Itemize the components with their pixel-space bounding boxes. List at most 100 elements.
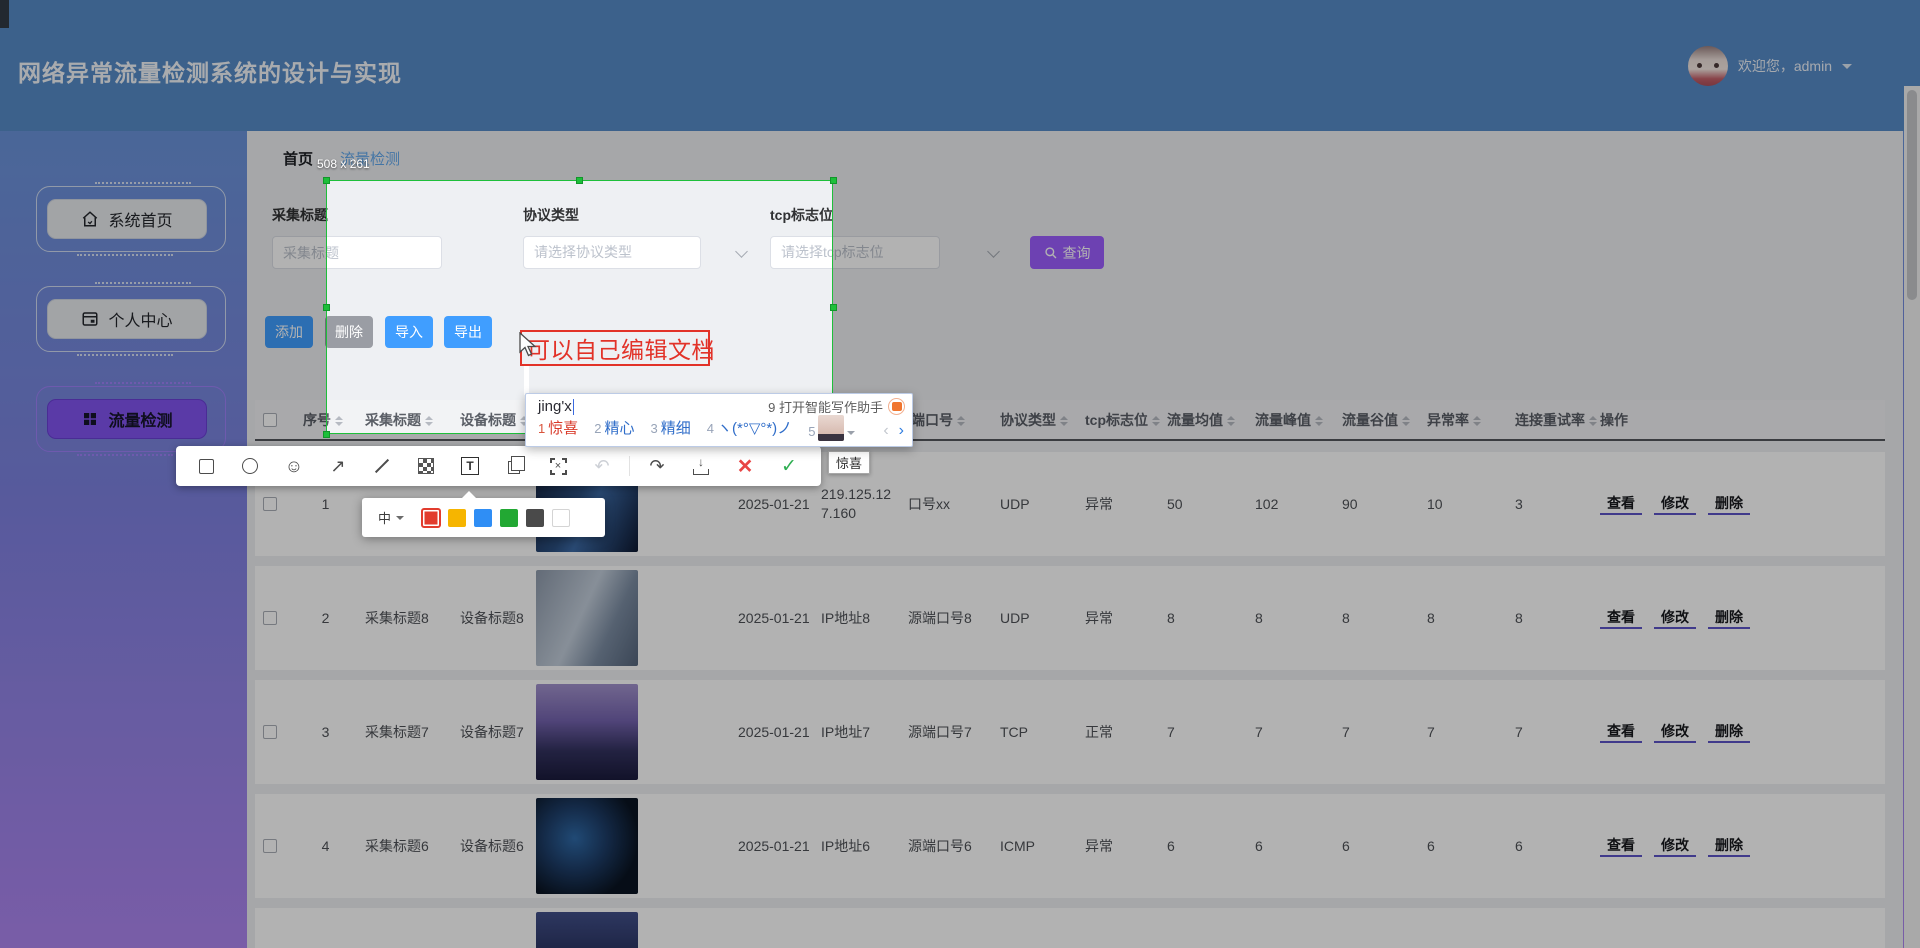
chevron-down-icon[interactable] [847,431,855,439]
emoji-tool-icon[interactable]: ☺ [272,446,316,486]
sort-asc-icon[interactable] [1402,412,1410,420]
tab-home[interactable]: 首页 [283,148,313,169]
prev-page-icon[interactable]: ‹ [883,423,888,439]
ime-candidate[interactable]: 2精心 [594,419,634,438]
column-header[interactable]: tcp标志位 [1085,400,1160,441]
column-header[interactable]: 操作 [1600,400,1628,441]
selection-handle[interactable] [830,304,837,311]
view-link[interactable]: 查看 [1600,721,1642,743]
edit-link[interactable]: 修改 [1654,721,1696,743]
view-link[interactable]: 查看 [1600,493,1642,515]
row-checkbox[interactable] [263,725,277,739]
confirm-icon[interactable]: ✓ [767,446,811,486]
mosaic-tool-icon[interactable] [404,446,448,486]
sidebar-item-button[interactable]: 系统首页 [47,199,207,239]
sort-carets-icon[interactable] [1473,412,1481,430]
sort-carets-icon[interactable] [957,412,965,430]
sidebar-item-traffic[interactable]: 流量检测 [30,386,226,452]
download-icon[interactable]: ↓ [679,446,723,486]
next-page-icon[interactable]: › [899,423,904,439]
row-checkbox[interactable] [263,839,277,853]
text-tool-icon[interactable]: T [448,446,492,486]
sort-asc-icon[interactable] [1060,412,1068,420]
ime-assistant-hint[interactable]: 9 打开智能写作助手 [768,397,905,416]
chevron-down-icon[interactable] [1842,64,1852,74]
cancel-icon[interactable]: × [723,446,767,486]
scrollbar-track[interactable] [1904,86,1920,948]
sort-carets-icon[interactable] [1227,412,1235,430]
column-header[interactable]: 连接重试率 [1515,400,1597,441]
color-swatch[interactable] [422,509,440,527]
sidebar-item-button[interactable]: 个人中心 [47,299,207,339]
font-size-select[interactable]: 中 [378,508,404,527]
avatar[interactable] [1688,46,1728,86]
column-header[interactable]: 流量均值 [1167,400,1235,441]
ime-candidate[interactable]: 4ヽ(*°▽°*)ノ [707,419,792,438]
column-header[interactable]: 流量谷值 [1342,400,1410,441]
sort-desc-icon[interactable] [957,422,965,430]
selection-handle[interactable] [323,304,330,311]
column-header[interactable]: 协议类型 [1000,400,1068,441]
sidebar-item-home[interactable]: 系统首页 [30,186,226,252]
sort-asc-icon[interactable] [1315,412,1323,420]
select-all-checkbox[interactable] [263,413,277,427]
rectangle-tool-icon[interactable] [184,446,228,486]
sort-desc-icon[interactable] [1315,422,1323,430]
sort-desc-icon[interactable] [1473,422,1481,430]
sort-carets-icon[interactable] [1060,412,1068,430]
color-swatch[interactable] [500,509,518,527]
ime-candidate[interactable]: 3精细 [651,419,691,438]
delete-link[interactable]: 删除 [1708,721,1750,743]
column-header[interactable]: 流量峰值 [1255,400,1323,441]
view-link[interactable]: 查看 [1600,835,1642,857]
selection-handle[interactable] [323,177,330,184]
sidebar-item-profile[interactable]: 个人中心 [30,286,226,352]
delete-link[interactable]: 删除 [1708,835,1750,857]
ime-candidate[interactable]: 1惊喜 [538,419,578,438]
sticker-candidate-thumbnail[interactable] [818,415,844,441]
query-button[interactable]: 查询 [1030,236,1104,269]
share-icon[interactable]: ↷ [635,446,679,486]
color-swatch[interactable] [474,509,492,527]
sort-carets-icon[interactable] [1402,412,1410,430]
edit-link[interactable]: 修改 [1654,835,1696,857]
copy-tool-icon[interactable] [492,446,536,486]
text-annotation-box[interactable]: 可以自己编辑文档 [520,330,710,366]
sort-carets-icon[interactable] [1315,412,1323,430]
ellipse-tool-icon[interactable] [228,446,272,486]
sort-asc-icon[interactable] [1473,412,1481,420]
add-button[interactable]: 添加 [265,316,313,348]
sort-asc-icon[interactable] [1589,412,1597,420]
edit-link[interactable]: 修改 [1654,493,1696,515]
color-swatch[interactable] [526,509,544,527]
delete-link[interactable]: 删除 [1708,493,1750,515]
sort-carets-icon[interactable] [1589,412,1597,430]
sort-asc-icon[interactable] [957,412,965,420]
arrow-tool-icon[interactable]: ↗ [316,446,360,486]
sidebar-item-button[interactable]: 流量检测 [47,399,207,439]
ime-candidate[interactable]: 5 [808,415,855,441]
edit-link[interactable]: 修改 [1654,607,1696,629]
delete-link[interactable]: 删除 [1708,607,1750,629]
sort-asc-icon[interactable] [1227,412,1235,420]
row-checkbox[interactable] [263,497,277,511]
color-swatch[interactable] [552,509,570,527]
sort-desc-icon[interactable] [1152,422,1160,430]
selection-handle[interactable] [576,177,583,184]
user-menu[interactable]: 欢迎您，admin [1688,44,1852,88]
sort-carets-icon[interactable] [1152,412,1160,430]
view-link[interactable]: 查看 [1600,607,1642,629]
line-tool-icon[interactable] [360,446,404,486]
column-header[interactable]: 异常率 [1427,400,1481,441]
selection-handle[interactable] [323,431,330,438]
row-checkbox[interactable] [263,611,277,625]
sort-desc-icon[interactable] [1402,422,1410,430]
sort-desc-icon[interactable] [1589,422,1597,430]
selection-handle[interactable] [830,177,837,184]
sort-desc-icon[interactable] [1227,422,1235,430]
ocr-tool-icon[interactable]: × [536,446,580,486]
undo-icon[interactable]: ↶ [580,446,624,486]
color-swatch[interactable] [448,509,466,527]
scrollbar-thumb[interactable] [1907,90,1917,300]
sort-desc-icon[interactable] [1060,422,1068,430]
